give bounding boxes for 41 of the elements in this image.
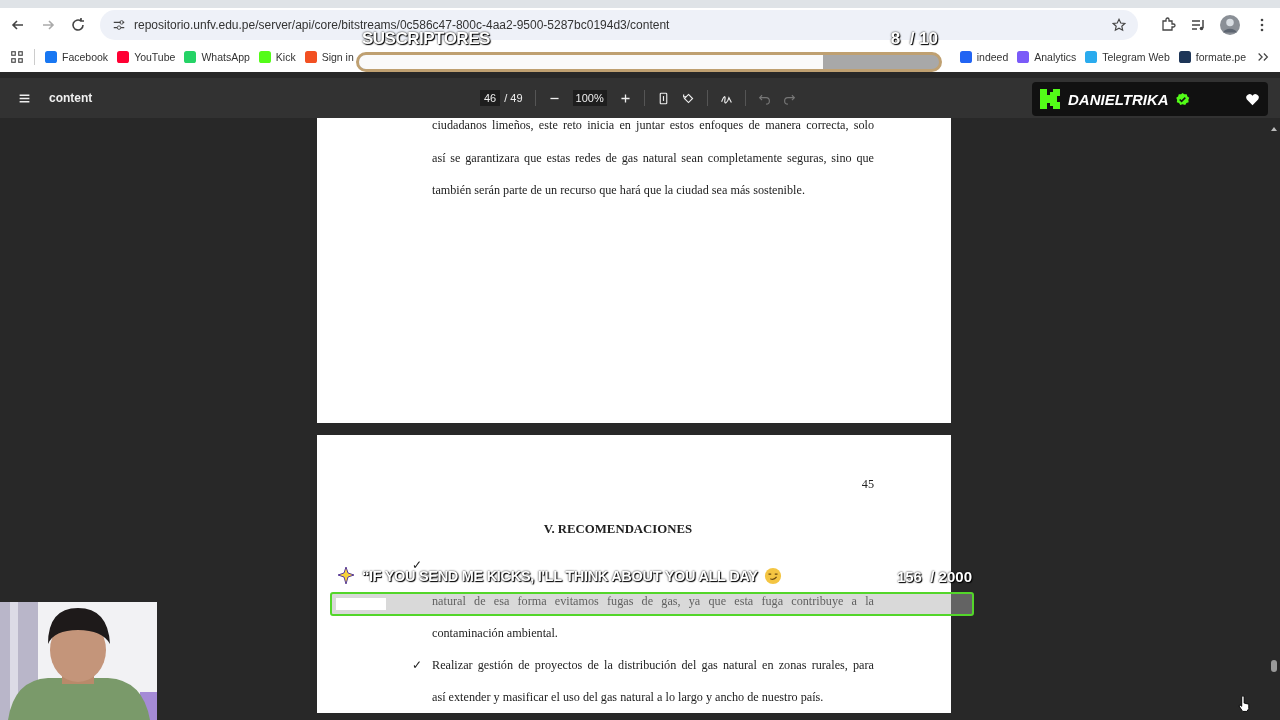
bookmark[interactable]: YouTube [117, 51, 176, 63]
bookmark[interactable]: Kick [258, 51, 296, 63]
paragraph-line: así se garantizara que estas redes de gas natural sean completamente seguras, sino que [432, 150, 874, 167]
zoom-field[interactable]: 100% [572, 90, 607, 106]
paragraph-line: ciudadanos limeños, este reto inicia en juntar estos enfoques de manera correcta, solo [432, 118, 874, 133]
section-heading: V. RECOMENDACIONES [542, 521, 694, 538]
site-settings-icon[interactable] [112, 18, 126, 32]
apps-grid-icon[interactable] [10, 50, 24, 64]
bookmark[interactable]: indeed [959, 51, 1009, 63]
profile-avatar-icon[interactable] [1220, 15, 1240, 35]
paragraph-line: Realizar gestión de proyectos de la distribución del gas natural en zonas rurales, para [432, 657, 874, 674]
paragraph-line: también serán parte de un recurso que hará que la ciudad sea más sostenible. [432, 182, 806, 199]
channel-name: DANIELTRIKA [1068, 90, 1169, 108]
document-title: content [49, 91, 93, 105]
bookmark[interactable]: Facebook [45, 51, 109, 63]
media-control-icon[interactable] [1190, 17, 1206, 33]
bookmark[interactable]: WhatsApp [184, 51, 250, 63]
page-number-field[interactable]: 46 [480, 90, 501, 106]
more-chevron-icon[interactable] [1256, 50, 1270, 64]
hand-cursor-icon [1238, 695, 1251, 713]
bookmark-star-icon[interactable] [1112, 18, 1126, 32]
bookmark[interactable]: Sign in [304, 51, 354, 63]
page-number: 45 [860, 476, 874, 487]
paragraph-line: contaminación ambiental. [432, 625, 559, 642]
kick-logo-icon [1038, 86, 1062, 112]
bookmark[interactable]: Analytics [1017, 51, 1077, 63]
zoom-in-icon[interactable] [618, 91, 632, 105]
rotate-icon[interactable] [681, 91, 695, 105]
extensions-icon[interactable] [1160, 17, 1176, 33]
smirk-emoji-icon [763, 567, 782, 585]
page-total: / 49 [504, 92, 523, 104]
paragraph-line: así extender y masificar el uso del gas natural a lo largo y ancho de nuestro país. [432, 689, 825, 706]
sparkle-icon [336, 566, 356, 586]
url-text: repositorio.unfv.edu.pe/server/api/core/bitstreams/0c586c47-800c-4aa2-9500-5287bc0194d3/content [134, 18, 671, 32]
scrollbar-thumb[interactable] [1271, 660, 1277, 672]
bookmark[interactable]: formate.pe [1178, 51, 1246, 63]
heart-icon[interactable] [1245, 91, 1260, 107]
reload-icon[interactable] [70, 17, 86, 33]
check-mark: ✓ [412, 657, 422, 674]
bookmark[interactable]: Telegram Web [1085, 51, 1170, 63]
paragraph-line: natural de esa forma evitamos fugas de gas, ya que esta fuga contribuye a la [432, 593, 874, 610]
